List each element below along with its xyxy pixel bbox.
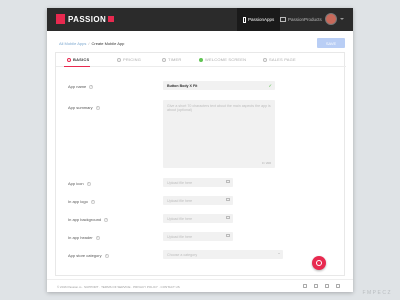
breadcrumb: All Mobile Apps / Create Mobile App (59, 41, 124, 46)
in-app-header-upload[interactable]: Upload file here (163, 232, 233, 241)
in-app-background-label-text: In app background (68, 217, 102, 222)
wizard-tabs: BASICS PRICING TIMER WELCOME SCREEN SALE… (56, 53, 346, 67)
nav-passion-products[interactable]: PassionProducts (274, 8, 328, 31)
app-name-label: App name ? (68, 84, 94, 89)
help-icon[interactable]: ? (104, 217, 109, 222)
check-icon: ✓ (268, 83, 272, 88)
character-counter: 0 / 200 (261, 161, 271, 165)
youtube-icon[interactable] (336, 284, 340, 288)
twitter-icon[interactable] (314, 284, 318, 288)
chevron-down-icon[interactable] (340, 18, 344, 20)
app-name-label-text: App name (68, 84, 87, 89)
in-app-header-label-text: In app header (68, 235, 93, 240)
in-app-logo-label: In app logo ? (68, 199, 95, 204)
tab-basics-label: BASICS (73, 57, 90, 62)
phone-icon (243, 16, 246, 23)
passion-logo-icon (56, 14, 65, 24)
instagram-icon[interactable] (325, 284, 329, 288)
tab-timer-label: TIMER (168, 57, 182, 62)
breadcrumb-current: Create Mobile App (91, 41, 125, 46)
app-icon-label: App icon ? (68, 181, 91, 186)
clock-icon (162, 57, 166, 62)
in-app-header-placeholder: Upload file here (167, 234, 193, 239)
app-window: PASSION PassionApps PassionProducts All … (47, 8, 353, 292)
upload-icon (226, 198, 230, 201)
app-summary-textarea[interactable]: Give a short 70 characters text about th… (163, 100, 275, 168)
top-navigation-bar: PASSION PassionApps PassionProducts (47, 8, 353, 31)
app-name-field[interactable]: Button Body X Fit ✓ (163, 81, 275, 90)
in-app-logo-label-text: In app logo (68, 199, 88, 204)
tab-pricing[interactable]: PRICING (117, 57, 141, 62)
tab-basics[interactable]: BASICS (67, 57, 89, 62)
monitor-icon (280, 17, 286, 22)
app-name-value: Button Body X Fit (167, 83, 198, 88)
tab-welcome-screen[interactable]: WELCOME SCREEN (199, 57, 246, 62)
tab-timer[interactable]: TIMER (162, 57, 181, 62)
brand-name: PASSION (68, 14, 107, 24)
help-chat-button[interactable] (312, 256, 326, 270)
page-icon (263, 57, 267, 62)
in-app-header-label: In app header ? (68, 235, 100, 240)
app-store-category-select[interactable]: Choose a category (163, 250, 283, 259)
upload-icon (226, 216, 230, 219)
upload-icon (226, 234, 230, 237)
app-icon-label-text: App icon (68, 181, 84, 186)
nav-passion-products-label: PassionProducts (288, 17, 322, 22)
help-icon[interactable]: ? (95, 235, 100, 240)
tab-sales-page-label: SALES PAGE (269, 57, 296, 62)
logo-badge-icon (108, 16, 115, 22)
brand-logo[interactable]: PASSION (56, 14, 115, 24)
edit-icon (67, 57, 71, 62)
breadcrumb-separator: / (88, 41, 90, 46)
app-store-category-label: App store category ? (68, 253, 109, 258)
price-icon (117, 57, 121, 62)
in-app-background-placeholder: Upload file here (167, 216, 193, 221)
footer-links[interactable]: © 2016 Passion.io · SUPPORT · TERMS OF S… (57, 285, 180, 289)
breadcrumb-parent[interactable]: All Mobile Apps (59, 41, 86, 46)
avatar[interactable] (325, 13, 337, 25)
in-app-background-upload[interactable]: Upload file here (163, 214, 233, 223)
lifebuoy-icon (316, 260, 322, 266)
tab-sales-page[interactable]: SALES PAGE (263, 57, 296, 62)
footer: © 2016 Passion.io · SUPPORT · TERMS OF S… (47, 279, 353, 292)
watermark: FMPECZ (362, 290, 392, 296)
help-icon[interactable]: ? (89, 84, 94, 89)
nav-passion-apps-label: PassionApps (248, 17, 275, 22)
chevron-down-icon (278, 253, 280, 254)
form-card: BASICS PRICING TIMER WELCOME SCREEN SALE… (55, 52, 346, 276)
upload-icon (226, 180, 230, 183)
help-icon[interactable]: ? (86, 181, 91, 186)
check-icon (199, 57, 203, 62)
app-icon-placeholder: Upload file here (167, 180, 193, 185)
save-button[interactable]: SAVE (317, 38, 345, 48)
in-app-background-label: In app background ? (68, 217, 109, 222)
app-store-category-placeholder: Choose a category (167, 252, 198, 257)
in-app-logo-upload[interactable]: Upload file here (163, 196, 233, 205)
app-summary-placeholder: Give a short 70 characters text about th… (167, 104, 271, 112)
app-icon-upload[interactable]: Upload file here (163, 178, 233, 187)
help-icon[interactable]: ? (90, 199, 95, 204)
active-tab-indicator (64, 65, 90, 67)
tab-welcome-screen-label: WELCOME SCREEN (205, 57, 247, 62)
app-store-category-label-text: App store category (68, 253, 102, 258)
app-summary-label: App summary ? (68, 105, 100, 110)
facebook-icon[interactable] (303, 284, 307, 288)
in-app-logo-placeholder: Upload file here (167, 198, 193, 203)
help-icon[interactable]: ? (95, 105, 100, 110)
tab-pricing-label: PRICING (123, 57, 142, 62)
help-icon[interactable]: ? (104, 253, 109, 258)
app-summary-label-text: App summary (68, 105, 93, 110)
